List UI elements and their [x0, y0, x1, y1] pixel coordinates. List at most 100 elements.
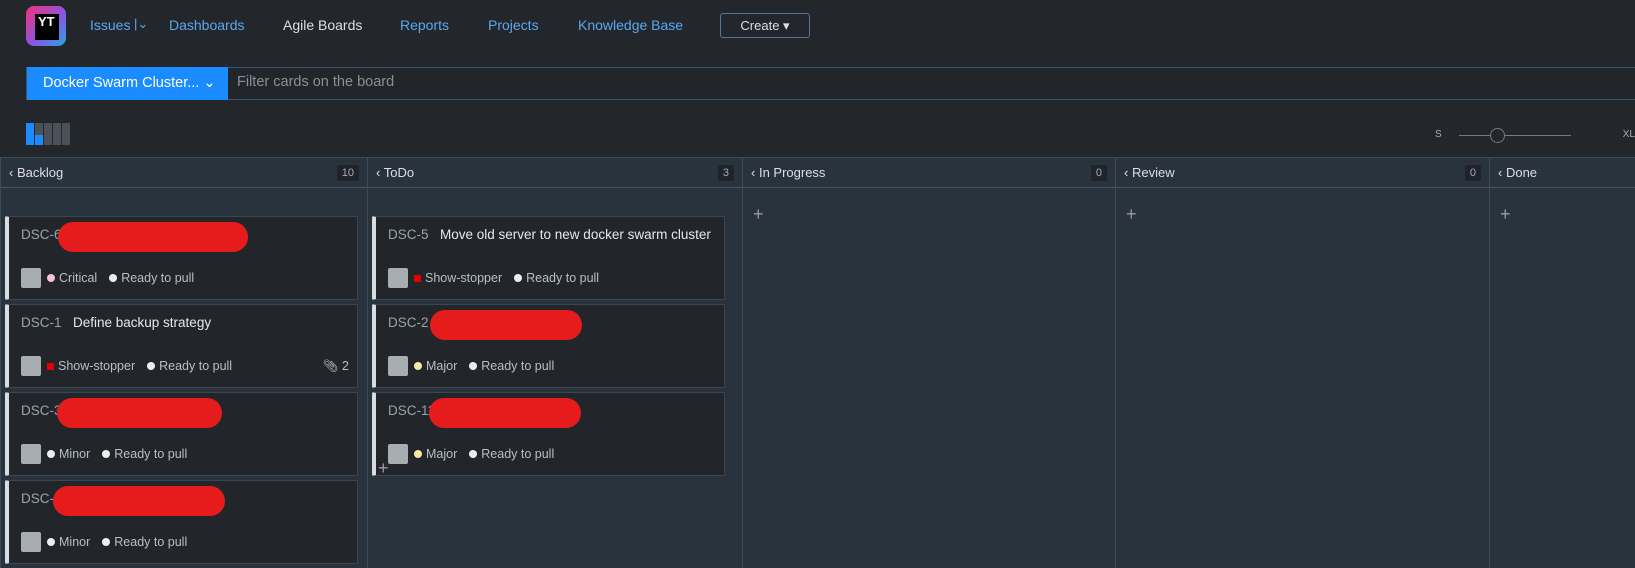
size-bar[interactable] [53, 123, 61, 145]
priority-label: Minor [59, 535, 91, 549]
youtrack-logo[interactable]: YT [26, 6, 66, 46]
issue-card[interactable]: DSC-3 Minor Ready to pull [5, 392, 358, 476]
column-title: In Progress [758, 165, 826, 180]
state-dot-icon [147, 362, 156, 370]
collapse-chevron-icon[interactable]: ‹ [751, 165, 759, 180]
slider-knob[interactable] [1490, 128, 1505, 143]
priority-dot-icon [47, 538, 55, 546]
column-in-progress: ‹ In Progress 0 + [742, 158, 1115, 568]
nav-dashboards[interactable]: Dashboards [169, 17, 245, 33]
nav-projects[interactable]: Projects [488, 17, 539, 33]
collapse-chevron-icon[interactable]: ‹ [376, 165, 384, 180]
state-tag[interactable]: Ready to pull [514, 271, 599, 285]
state-tag[interactable]: Ready to pull [109, 271, 194, 285]
column-header[interactable]: ‹ Backlog 10 [1, 158, 367, 188]
issue-title[interactable]: Define backup strategy [73, 315, 211, 330]
assignee-avatar[interactable] [388, 268, 408, 288]
priority-label: Minor [59, 447, 91, 461]
state-tag[interactable]: Ready to pull [102, 447, 187, 461]
state-label: Ready to pull [526, 271, 600, 285]
issue-id[interactable]: DSC-2 [388, 315, 429, 330]
column-title: Backlog [16, 165, 64, 180]
nav-reports[interactable]: Reports [400, 17, 449, 33]
issue-card[interactable]: DSC-4 Minor Ready to pull [5, 480, 358, 564]
column-header[interactable]: ‹ Review 0 [1116, 158, 1489, 188]
nav-issues[interactable]: Issues [90, 17, 130, 33]
issue-card[interactable]: DSC-11 Major Ready to pull [372, 392, 725, 476]
redaction-mark [430, 310, 582, 340]
issue-id[interactable]: DSC-11 [388, 403, 435, 418]
priority-label: Critical [59, 271, 98, 285]
filter-input[interactable] [237, 74, 837, 90]
add-card-button[interactable]: + [378, 458, 389, 479]
issue-title[interactable]: Move old server to new docker swarm clus… [440, 227, 711, 242]
priority-dot-icon [414, 450, 422, 458]
state-tag[interactable]: Ready to pull [469, 447, 554, 461]
state-tag[interactable]: Ready to pull [102, 535, 187, 549]
attachments[interactable]: 📎︎ 2 [323, 359, 349, 374]
issue-id[interactable]: DSC-1 [21, 315, 62, 330]
size-bar[interactable] [62, 123, 70, 145]
nav-knowledge-base[interactable]: Knowledge Base [578, 17, 683, 33]
column-title: ToDo [383, 165, 415, 180]
create-button[interactable]: Create ▾ [720, 13, 810, 38]
priority-tag[interactable]: Minor [47, 447, 90, 461]
priority-label: Major [426, 447, 458, 461]
state-tag[interactable]: Ready to pull [469, 359, 554, 373]
column-header[interactable]: ‹ In Progress 0 [743, 158, 1115, 188]
state-label: Ready to pull [481, 447, 555, 461]
issue-id[interactable]: DSC-5 [388, 227, 429, 242]
issue-id[interactable]: DSC-6 [21, 227, 62, 242]
assignee-avatar[interactable] [21, 268, 41, 288]
assignee-avatar[interactable] [388, 356, 408, 376]
state-tag[interactable]: Ready to pull [147, 359, 232, 373]
priority-dot-icon [414, 362, 422, 370]
nav-agile-boards[interactable]: Agile Boards [283, 17, 362, 33]
add-card-button[interactable]: + [1500, 204, 1511, 225]
assignee-avatar[interactable] [21, 532, 41, 552]
column-backlog: ‹ Backlog 10 DSC-6 Critical Ready to pull DSC… [0, 158, 367, 568]
issue-card[interactable]: DSC-6 Critical Ready to pull [5, 216, 358, 300]
size-bar[interactable] [35, 123, 43, 145]
priority-tag[interactable]: Show-stopper [414, 271, 502, 285]
slider-track[interactable] [1459, 135, 1571, 136]
priority-tag[interactable]: Critical [47, 271, 97, 285]
issues-dropdown-chevron-icon[interactable]: |⌄ [134, 16, 148, 32]
collapse-chevron-icon[interactable]: ‹ [9, 165, 17, 180]
card-size-toggle[interactable] [26, 123, 70, 145]
priority-tag[interactable]: Major [414, 447, 457, 461]
column-header[interactable]: ‹ Done [1490, 158, 1635, 188]
collapse-chevron-icon[interactable]: ‹ [1124, 165, 1132, 180]
assignee-avatar[interactable] [21, 356, 41, 376]
priority-dot-icon [47, 274, 55, 282]
issue-id[interactable]: DSC-3 [21, 403, 62, 418]
state-dot-icon [514, 274, 523, 282]
priority-tag[interactable]: Show-stopper [47, 359, 135, 373]
priority-label: Show-stopper [425, 271, 503, 285]
priority-tag[interactable]: Minor [47, 535, 90, 549]
top-nav: YT Issues |⌄ Dashboards Agile Boards Rep… [0, 0, 1635, 52]
project-selector[interactable]: Docker Swarm Cluster... ⌄ [27, 67, 228, 100]
state-label: Ready to pull [121, 271, 195, 285]
size-bar[interactable] [44, 123, 52, 145]
priority-label: Major [426, 359, 458, 373]
filter-bar: Docker Swarm Cluster... ⌄ [26, 67, 1635, 100]
redaction-mark [58, 222, 248, 252]
state-dot-icon [469, 450, 478, 458]
priority-label: Show-stopper [58, 359, 136, 373]
add-card-button[interactable]: + [753, 204, 764, 225]
issue-card[interactable]: DSC-1 Define backup strategy Show-stopper R… [5, 304, 358, 388]
card-size-slider[interactable]: S XL [1435, 128, 1635, 143]
add-card-button[interactable]: + [1126, 204, 1137, 225]
size-bar[interactable] [26, 123, 34, 145]
priority-square-icon [47, 363, 54, 370]
assignee-avatar[interactable] [388, 444, 408, 464]
issue-card[interactable]: DSC-2 Major Ready to pull [372, 304, 725, 388]
column-header[interactable]: ‹ ToDo 3 [368, 158, 742, 188]
priority-tag[interactable]: Major [414, 359, 457, 373]
issue-card[interactable]: DSC-5 Move old server to new docker swarm… [372, 216, 725, 300]
state-dot-icon [102, 450, 111, 458]
state-label: Ready to pull [114, 535, 188, 549]
collapse-chevron-icon[interactable]: ‹ [1498, 165, 1506, 180]
assignee-avatar[interactable] [21, 444, 41, 464]
